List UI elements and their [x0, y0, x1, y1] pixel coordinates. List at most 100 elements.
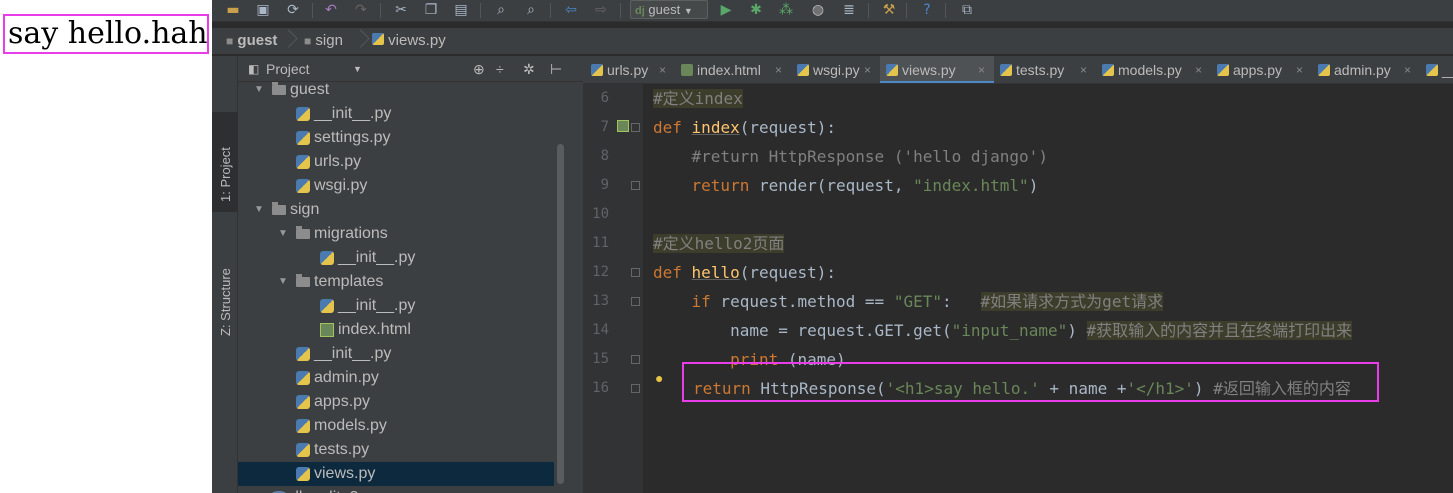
- breadcrumb: ■ guest ■ sign views.py: [212, 28, 1453, 54]
- tree-scrollbar[interactable]: [554, 82, 567, 493]
- tree-scroll-thumb[interactable]: [557, 144, 564, 484]
- breadcrumb-separator: [282, 28, 292, 54]
- tree-item[interactable]: tests.py: [238, 438, 554, 462]
- editor-tab[interactable]: index.html ×: [675, 56, 791, 83]
- close-icon[interactable]: ×: [1195, 56, 1202, 83]
- intention-bulb-icon[interactable]: ●: [655, 370, 663, 386]
- tree-item[interactable]: ▼ sign: [238, 198, 554, 222]
- save-icon[interactable]: ▣: [254, 1, 272, 19]
- coverage-icon[interactable]: ⁂: [777, 1, 795, 19]
- fold-marker-icon[interactable]: [631, 123, 640, 132]
- editor-tab-label: index.html: [697, 62, 761, 78]
- open-folder-icon[interactable]: ▬: [224, 1, 242, 19]
- fold-marker-icon[interactable]: [631, 297, 640, 306]
- chevron-down-icon[interactable]: ▼: [353, 56, 362, 82]
- breadcrumb-item-guest[interactable]: ■ guest: [226, 28, 277, 54]
- fold-marker-icon[interactable]: [631, 268, 640, 277]
- tree-item[interactable]: __init__.py: [238, 102, 554, 126]
- editor-tab[interactable]: admin.py ×: [1312, 56, 1420, 83]
- breadcrumb-item-views[interactable]: views.py: [372, 28, 446, 54]
- close-icon[interactable]: ×: [1404, 56, 1411, 83]
- tree-item[interactable]: ▼ migrations: [238, 222, 554, 246]
- tab-structure-tool[interactable]: Z: Structure: [212, 226, 238, 346]
- search-icon[interactable]: ⌕: [492, 1, 510, 19]
- toolbar-separator: [620, 3, 621, 18]
- help-icon[interactable]: ?: [918, 1, 936, 19]
- tab-project-tool[interactable]: 1: Project: [212, 112, 238, 212]
- project-panel-header: ◧ Project ▼ ⊕ ÷ ✲ ⊢: [238, 56, 583, 82]
- expand-arrow-icon[interactable]: ▼: [254, 82, 266, 102]
- redo-icon[interactable]: ↷: [352, 1, 370, 19]
- forward-icon[interactable]: ⇨: [592, 1, 610, 19]
- copy-icon[interactable]: ❐: [422, 1, 440, 19]
- tree-item-label: __init__.py: [314, 105, 392, 122]
- editor-tab-label: __i: [1442, 62, 1453, 78]
- close-icon[interactable]: ×: [978, 56, 985, 83]
- expand-arrow-icon[interactable]: ▼: [278, 270, 290, 294]
- collapse-all-icon[interactable]: ÷: [496, 56, 504, 82]
- gear-icon[interactable]: ✲: [523, 56, 535, 82]
- editor-tab[interactable]: views.py ×: [880, 56, 994, 83]
- tools-icon[interactable]: ⚒: [880, 1, 898, 19]
- tree-item[interactable]: admin.py: [238, 366, 554, 390]
- close-icon[interactable]: ×: [659, 56, 666, 83]
- tree-item[interactable]: apps.py: [238, 390, 554, 414]
- close-icon[interactable]: ×: [1080, 56, 1087, 83]
- tree-item[interactable]: __init__.py: [238, 342, 554, 366]
- undo-icon[interactable]: ↶: [322, 1, 340, 19]
- cut-icon[interactable]: ✂: [392, 1, 410, 19]
- tree-item-label: models.py: [314, 417, 387, 434]
- close-icon[interactable]: ×: [1296, 56, 1303, 83]
- editor-tab[interactable]: urls.py ×: [585, 56, 675, 83]
- sync-icon[interactable]: ⟳: [284, 1, 302, 19]
- editor-tab[interactable]: tests.py ×: [994, 56, 1096, 83]
- code-line-9: return render(request, "index.html"): [691, 176, 1039, 195]
- paste-icon[interactable]: ▤: [452, 1, 470, 19]
- expand-arrow-icon[interactable]: ▼: [278, 222, 290, 246]
- run-gutter-icon[interactable]: [617, 120, 629, 132]
- line-number: 8: [600, 148, 609, 164]
- tree-item-label: __init__.py: [314, 345, 392, 362]
- project-view-selector[interactable]: Project: [266, 56, 310, 82]
- editor-tab[interactable]: apps.py ×: [1211, 56, 1312, 83]
- tree-item[interactable]: __init__.py: [238, 294, 554, 318]
- fold-marker-icon[interactable]: [631, 355, 640, 364]
- debug-icon[interactable]: ✱: [747, 1, 765, 19]
- tree-item[interactable]: ▼ templates: [238, 270, 554, 294]
- editor-tab[interactable]: __i: [1420, 56, 1453, 83]
- editor-gutter: 6 7 8 9 10 11 12 13 14 15 16: [583, 84, 643, 493]
- structure-icon[interactable]: ⧉: [958, 1, 976, 19]
- run-icon[interactable]: ▶: [717, 1, 735, 19]
- profile-icon[interactable]: ◍: [809, 1, 827, 19]
- tasks-icon[interactable]: ≣: [840, 1, 858, 19]
- tree-item[interactable]: __init__.py: [238, 246, 554, 270]
- tree-item[interactable]: db.sqlite3: [238, 486, 554, 493]
- editor-tab[interactable]: wsgi.py ×: [791, 56, 880, 83]
- tree-item[interactable]: wsgi.py: [238, 174, 554, 198]
- back-icon[interactable]: ⇦: [562, 1, 580, 19]
- project-tree: ▼ guest __init__.py settings.py urls.py wsgi.…: [238, 82, 583, 493]
- tree-item[interactable]: models.py: [238, 414, 554, 438]
- editor-tab[interactable]: models.py ×: [1096, 56, 1211, 83]
- close-icon[interactable]: ×: [864, 56, 871, 83]
- scroll-from-source-icon[interactable]: ⊕: [473, 56, 485, 82]
- tree-item[interactable]: views.py: [238, 462, 554, 486]
- replace-icon[interactable]: ⌕: [522, 1, 540, 19]
- code-editor[interactable]: #定义index def index(request): #return Htt…: [653, 84, 1453, 493]
- line-number: 16: [592, 380, 609, 396]
- tree-item[interactable]: ▼ guest: [238, 82, 554, 102]
- html-file-icon: [320, 323, 334, 337]
- python-file-icon: [296, 347, 310, 361]
- ide-window: ▬ ▣ ⟳ ↶ ↷ ✂ ❐ ▤ ⌕ ⌕ ⇦ ⇨ dj guest ▼ ▶ ✱ ⁂…: [212, 0, 1453, 493]
- tree-item[interactable]: urls.py: [238, 150, 554, 174]
- breadcrumb-item-sign[interactable]: ■ sign: [304, 28, 343, 54]
- close-icon[interactable]: ×: [775, 56, 782, 83]
- browser-output-text: say hello.hah: [3, 14, 209, 54]
- tree-item[interactable]: settings.py: [238, 126, 554, 150]
- fold-marker-icon[interactable]: [631, 384, 640, 393]
- hide-panel-icon[interactable]: ⊢: [550, 56, 562, 82]
- tree-item[interactable]: index.html: [238, 318, 554, 342]
- run-configuration-dropdown[interactable]: dj guest ▼: [630, 0, 708, 19]
- expand-arrow-icon[interactable]: ▼: [254, 198, 266, 222]
- fold-marker-icon[interactable]: [631, 181, 640, 190]
